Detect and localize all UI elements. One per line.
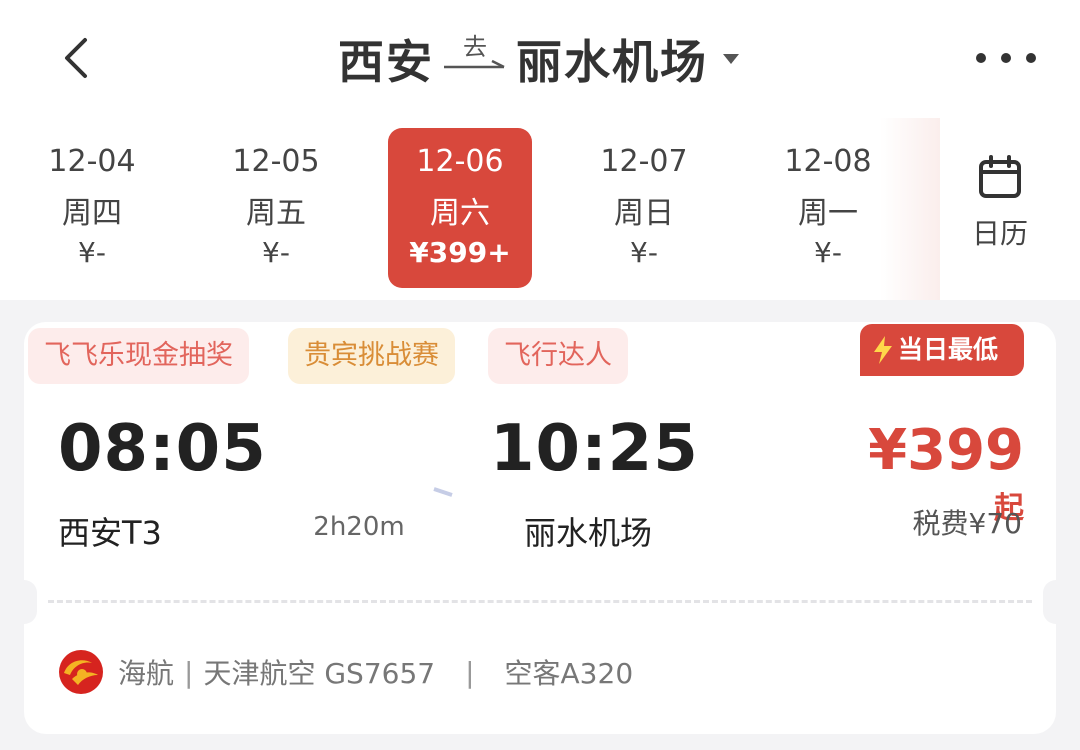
- weekday-label: 周日: [614, 196, 674, 231]
- calendar-label: 日历: [971, 217, 1028, 250]
- tax-fee: 税费¥70: [912, 507, 1022, 540]
- direction-indicator: 去: [442, 29, 508, 89]
- lowest-price-badge: 当日最低: [860, 324, 1024, 376]
- date-item-12-06[interactable]: 12-06 周六 ¥399+: [388, 128, 532, 288]
- more-dots-icon[interactable]: [976, 40, 1036, 76]
- flight-card[interactable]: 飞飞乐现金抽奖 贵宾挑战赛 飞行达人 当日最低 08:05 10:25 西安T3…: [11, 322, 1069, 734]
- dot: [976, 53, 986, 63]
- origin-city: 西安: [338, 35, 434, 89]
- ticket-notch-left: [11, 580, 37, 624]
- aircraft-type: 空客A320: [504, 657, 634, 690]
- price-value: ¥399: [868, 418, 1024, 483]
- date-label: 12-07: [600, 144, 688, 179]
- airline-name: 海航: [118, 657, 175, 690]
- date-label: 12-08: [784, 144, 872, 179]
- separator: |: [184, 655, 194, 689]
- caret-down-icon: [722, 49, 742, 69]
- badge-label: 当日最低: [898, 335, 999, 364]
- destination-city: 丽水机场: [516, 35, 708, 89]
- arrival-airport: 丽水机场: [524, 514, 653, 552]
- weekday-label: 周四: [62, 196, 122, 231]
- lightning-icon: [874, 336, 892, 364]
- ticket-notch-right: [1043, 580, 1069, 624]
- dot: [1001, 53, 1011, 63]
- hainan-airlines-logo: [59, 650, 103, 694]
- date-price: ¥-: [630, 236, 658, 269]
- date-price: ¥399+: [409, 236, 511, 269]
- date-item-12-04[interactable]: 12-04 周四 ¥-: [20, 128, 164, 288]
- promo-tag-flyer[interactable]: 飞行达人: [488, 328, 628, 384]
- top-bar: 西安 去 丽水机场: [0, 0, 1080, 118]
- date-price: ¥-: [262, 236, 290, 269]
- dot: [1026, 53, 1036, 63]
- date-label: 12-06: [416, 144, 504, 179]
- weekday-label: 周五: [246, 196, 306, 231]
- arrival-time: 10:25: [490, 412, 699, 486]
- flight-duration: 2h20m: [313, 512, 405, 542]
- separator: |: [465, 655, 475, 689]
- date-item-12-07[interactable]: 12-07 周日 ¥-: [572, 128, 716, 288]
- weekday-label: 周一: [798, 196, 858, 231]
- date-price: ¥-: [814, 236, 842, 269]
- direction-arrow-icon: [444, 59, 505, 69]
- operator-flight-number: 天津航空 GS7657: [203, 657, 436, 690]
- date-strip: 12-04 周四 ¥- 12-05 周五 ¥- 12-06 周六 ¥399+ 1…: [0, 118, 1080, 300]
- dashed-divider: [48, 600, 1032, 603]
- route-selector[interactable]: 西安 去 丽水机场: [0, 24, 1080, 94]
- promo-tag-lottery[interactable]: 飞飞乐现金抽奖: [28, 328, 249, 384]
- date-item-12-08[interactable]: 12-08 周一 ¥-: [756, 128, 900, 288]
- departure-time: 08:05: [58, 412, 267, 486]
- date-label: 12-05: [232, 144, 320, 179]
- flight-arrow-icon: [266, 487, 453, 497]
- calendar-icon: [979, 155, 1021, 198]
- departure-airport: 西安T3: [58, 514, 162, 552]
- scroll-fade: [880, 118, 940, 300]
- promo-tag-vip-challenge[interactable]: 贵宾挑战赛: [288, 328, 455, 384]
- date-label: 12-04: [48, 144, 136, 179]
- go-label: 去: [463, 33, 487, 61]
- calendar-button[interactable]: 日历: [940, 154, 1060, 264]
- date-price: ¥-: [78, 236, 106, 269]
- date-item-12-05[interactable]: 12-05 周五 ¥-: [204, 128, 348, 288]
- airline-info: 海航 | 天津航空 GS7657 | 空客A320: [58, 648, 633, 696]
- weekday-label: 周六: [430, 196, 490, 231]
